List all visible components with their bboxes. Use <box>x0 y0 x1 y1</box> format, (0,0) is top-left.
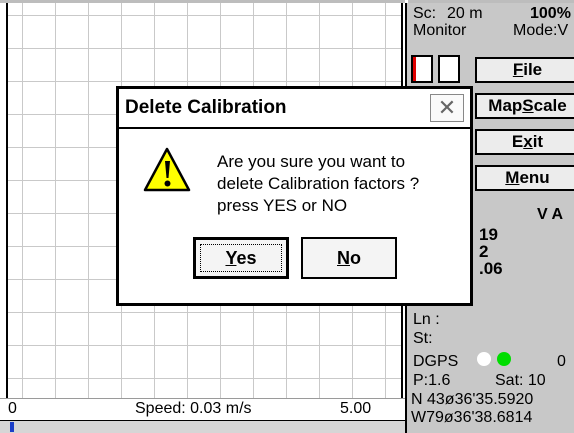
scale-label: Sc: <box>413 5 437 22</box>
warning-icon <box>143 147 191 192</box>
status-box-red <box>411 55 433 83</box>
message-line: Are you sure you want to <box>217 152 406 171</box>
no-button[interactable]: No <box>301 237 397 279</box>
exit-button[interactable]: Exit <box>475 129 574 155</box>
value-3: .06 <box>479 259 503 278</box>
mode-label: Mode:V <box>513 22 569 39</box>
latitude: N 43ø36'35.5920 <box>411 391 534 408</box>
close-button[interactable]: ✕ <box>430 94 464 122</box>
dgps-on-indicator <box>497 352 511 366</box>
zoom-level: 100% <box>530 5 571 22</box>
sat-count: Sat: 10 <box>495 372 546 389</box>
message-line: delete Calibration factors ? <box>217 174 420 193</box>
monitor-label: Monitor <box>413 22 467 39</box>
speed-bar: 0 Speed: 0.03 m/s 5.00 <box>0 398 405 420</box>
gps-app-screen: 0 Speed: 0.03 m/s 5.00 Sc: 20 m 100% Mon… <box>0 0 574 433</box>
value-2: 2 <box>479 242 489 261</box>
speed-min: 0 <box>8 400 17 417</box>
speed-fill <box>10 422 14 432</box>
speed-track <box>0 420 405 433</box>
dialog-message: Are you sure you want to delete Calibrat… <box>217 151 419 217</box>
dgps-label: DGPS <box>413 353 459 370</box>
mapscale-button[interactable]: MapScale <box>475 93 574 119</box>
dialog-title: Delete Calibration <box>125 97 287 118</box>
message-line: press YES or NO <box>217 196 348 215</box>
dialog-titlebar: Delete Calibration ✕ <box>119 89 470 129</box>
close-icon: ✕ <box>437 95 457 120</box>
longitude: W79ø36'38.6814 <box>411 409 533 426</box>
speed-label: Speed: 0.03 m/s <box>135 400 252 417</box>
pdop-value: P:1.6 <box>413 372 451 389</box>
st-label: St: <box>413 330 433 347</box>
status-box <box>438 55 460 83</box>
value-1: 19 <box>479 225 498 244</box>
va-label: V A <box>537 206 564 223</box>
menu-button[interactable]: Menu <box>475 165 574 191</box>
ln-label: Ln : <box>413 311 440 328</box>
dgps-off-indicator <box>477 352 491 366</box>
file-button[interactable]: File <box>475 57 574 83</box>
delete-calibration-dialog: Delete Calibration ✕ Are you sure you wa… <box>116 86 473 306</box>
scale-value: 20 m <box>447 5 483 22</box>
dgps-count: 0 <box>557 353 566 370</box>
focus-rect <box>200 244 282 272</box>
yes-button[interactable]: Yes <box>193 237 289 279</box>
speed-max: 5.00 <box>340 400 372 417</box>
